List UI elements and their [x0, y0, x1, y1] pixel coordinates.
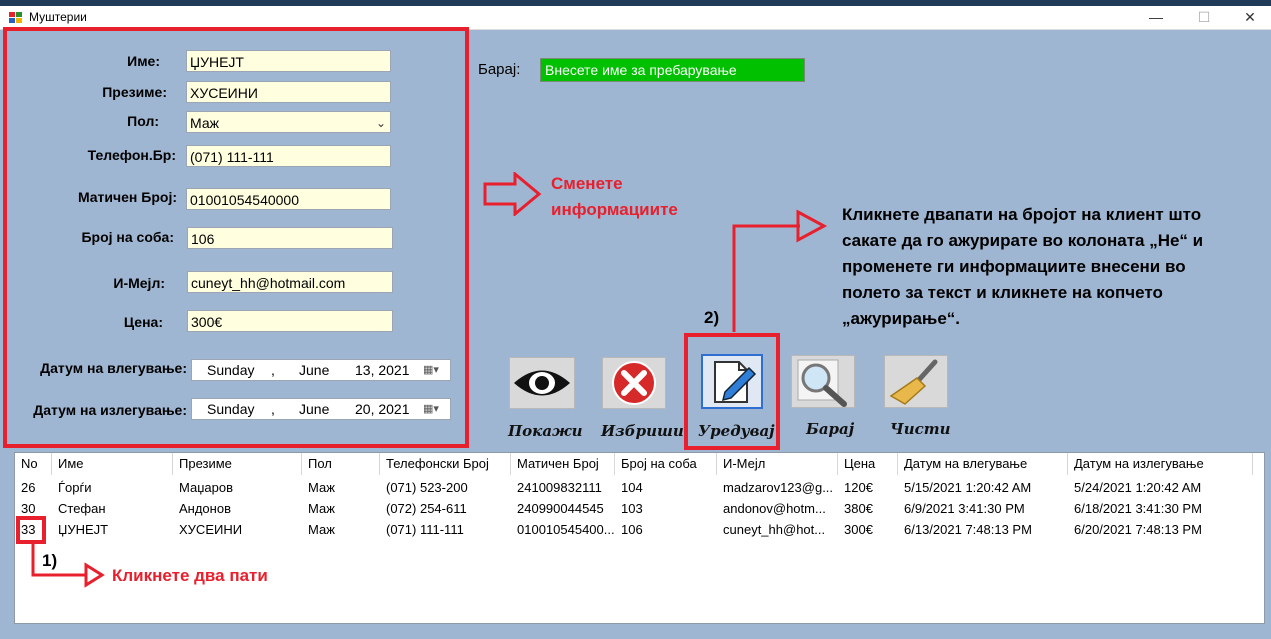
- change-info-line1: Сменете: [551, 174, 623, 193]
- step2-label: 2): [704, 308, 720, 327]
- column-header-gender[interactable]: Пол: [302, 453, 380, 475]
- delete-button[interactable]: [602, 357, 666, 409]
- search-label: Барај:: [478, 61, 521, 78]
- arrow-right-icon: [483, 172, 542, 216]
- double-click-note: Кликнете два пати: [112, 566, 268, 585]
- magnifier-icon: [797, 359, 847, 407]
- column-header-no[interactable]: No: [15, 453, 52, 475]
- instruction-text: Кликнете двапати на бројот на клиент што…: [842, 202, 1262, 332]
- table-cell[interactable]: 6/13/2021 7:48:13 PM: [898, 520, 1068, 540]
- search-input[interactable]: Внесете име за пребарување: [540, 58, 805, 82]
- table-cell[interactable]: 26: [15, 478, 52, 498]
- table-cell[interactable]: 104: [615, 478, 717, 498]
- table-cell[interactable]: Андонов: [173, 499, 302, 519]
- instruction-line: променете ги информациите внесени во: [842, 257, 1186, 276]
- app-icon: [9, 11, 23, 23]
- change-info-line2: информациите: [551, 200, 678, 219]
- column-header-price[interactable]: Цена: [838, 453, 898, 475]
- column-header-phone[interactable]: Телефонски Број: [380, 453, 511, 475]
- column-header-name[interactable]: Име: [52, 453, 173, 475]
- customers-grid[interactable]: No Име Презиме Пол Телефонски Број Матич…: [14, 452, 1265, 624]
- table-cell[interactable]: andonov@hotm...: [717, 499, 838, 519]
- table-cell[interactable]: 241009832111: [511, 478, 615, 498]
- table-cell[interactable]: (071) 523-200: [380, 478, 511, 498]
- table-cell[interactable]: Маж: [302, 478, 380, 498]
- table-cell[interactable]: Маџаров: [173, 478, 302, 498]
- eye-icon: [514, 370, 570, 396]
- delete-button-label: Избриши: [601, 422, 684, 440]
- table-cell[interactable]: 5/15/2021 1:20:42 AM: [898, 478, 1068, 498]
- table-cell[interactable]: 120€: [838, 478, 898, 498]
- column-header-id-number[interactable]: Матичен Број: [511, 453, 615, 475]
- column-header-checkin[interactable]: Датум на влегување: [898, 453, 1068, 475]
- table-cell[interactable]: 010010545400...: [511, 520, 615, 540]
- step2-arrow-icon: [732, 209, 828, 332]
- step1-label: 1): [42, 551, 58, 570]
- clear-button[interactable]: [884, 355, 948, 408]
- table-cell[interactable]: 300€: [838, 520, 898, 540]
- table-cell[interactable]: ХУСЕИНИ: [173, 520, 302, 540]
- column-header-checkout[interactable]: Датум на излегување: [1068, 453, 1253, 475]
- form-highlight-box: [3, 27, 469, 448]
- table-cell[interactable]: (072) 254-611: [380, 499, 511, 519]
- window-title: Муштерии: [29, 10, 87, 24]
- table-cell[interactable]: 240990044545: [511, 499, 615, 519]
- delete-icon: [612, 361, 656, 405]
- table-cell[interactable]: Стефан: [52, 499, 173, 519]
- table-cell[interactable]: 380€: [838, 499, 898, 519]
- table-cell[interactable]: 6/9/2021 3:41:30 PM: [898, 499, 1068, 519]
- broom-icon: [889, 359, 938, 405]
- table-cell[interactable]: (071) 111-111: [380, 520, 511, 540]
- show-button-label: Покажи: [508, 422, 583, 440]
- maximize-button[interactable]: ☐: [1181, 6, 1227, 29]
- column-header-room[interactable]: Број на соба: [615, 453, 717, 475]
- table-cell[interactable]: 106: [615, 520, 717, 540]
- column-header-surname[interactable]: Презиме: [173, 453, 302, 475]
- close-button[interactable]: ✕: [1227, 6, 1271, 29]
- table-cell[interactable]: madzarov123@g...: [717, 478, 838, 498]
- search-button[interactable]: [791, 355, 855, 408]
- instruction-line: Кликнете двапати на бројот на клиент што: [842, 205, 1202, 224]
- table-cell[interactable]: 5/24/2021 1:20:42 AM: [1068, 478, 1253, 498]
- table-cell[interactable]: 6/20/2021 7:48:13 PM: [1068, 520, 1253, 540]
- instruction-line: „ажурирање“.: [842, 309, 960, 328]
- table-cell[interactable]: Маж: [302, 520, 380, 540]
- instruction-line: сакате да го ажурирате во колоната „Не“ …: [842, 231, 1204, 250]
- table-cell[interactable]: cuneyt_hh@hot...: [717, 520, 838, 540]
- table-cell[interactable]: Ѓорѓи: [52, 478, 173, 498]
- minimize-button[interactable]: —: [1133, 6, 1179, 29]
- table-cell[interactable]: 103: [615, 499, 717, 519]
- table-cell[interactable]: 6/18/2021 3:41:30 PM: [1068, 499, 1253, 519]
- table-cell[interactable]: ЏУНЕЈТ: [52, 520, 173, 540]
- show-button[interactable]: [509, 357, 575, 409]
- column-header-email[interactable]: И-Мејл: [717, 453, 838, 475]
- table-cell[interactable]: Маж: [302, 499, 380, 519]
- instruction-line: полето за текст и кликнете на копчето: [842, 283, 1163, 302]
- search-button-label: Барај: [806, 420, 855, 438]
- edit-highlight-box: [684, 333, 780, 450]
- step1-arrow-icon: [31, 542, 105, 588]
- clear-button-label: Чисти: [890, 420, 951, 438]
